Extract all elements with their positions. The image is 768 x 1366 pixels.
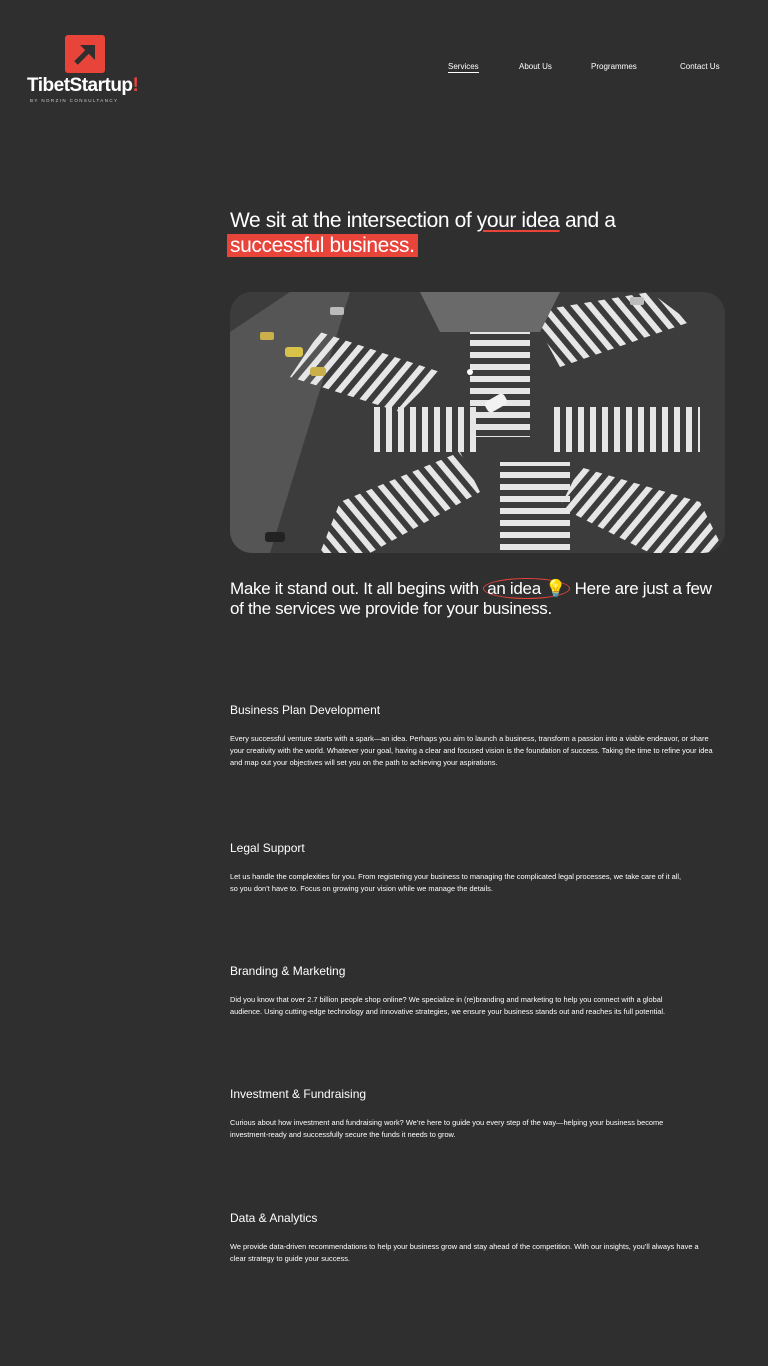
service-desc-business-plan: Every successful venture starts with a s… [230,734,713,767]
service-title-legal-support: Legal Support [230,841,305,855]
service-desc-data-analytics: We provide data-driven recommendations t… [230,1242,699,1263]
hero-underlined-text: your idea [476,209,560,232]
brand-name: TibetStartup! [27,75,139,96]
lightbulb-icon: 💡 [545,579,567,598]
services-intro: Make it stand out. It all begins with an… [230,578,712,618]
service-title-investment-fundraising: Investment & Fundraising [230,1087,367,1101]
circled-idea-text: an idea 💡 [483,578,571,599]
nav-contact-us[interactable]: Contact Us [680,62,720,71]
nav-programmes[interactable]: Programmes [591,62,637,71]
service-desc-legal-support: Let us handle the complexities for you. … [230,872,682,893]
hero-highlighted-text: successful business. [227,234,418,257]
nav-about-us[interactable]: About Us [519,62,552,71]
brand-tagline: BY NORZIN CONSULTANCY [30,98,119,103]
service-desc-branding-marketing: Did you know that over 2.7 billion peopl… [230,995,666,1016]
service-desc-investment-fundraising: Curious about how investment and fundrai… [230,1118,664,1139]
hero-heading: We sit at the intersection of your idea … [227,208,690,258]
hero-image [230,292,725,553]
service-title-data-analytics: Data & Analytics [230,1211,318,1225]
service-title-branding-marketing: Branding & Marketing [230,964,346,978]
main-nav: Services About Us Programmes Contact Us [0,62,768,76]
service-title-business-plan: Business Plan Development [230,703,381,717]
nav-services[interactable]: Services [448,62,479,73]
